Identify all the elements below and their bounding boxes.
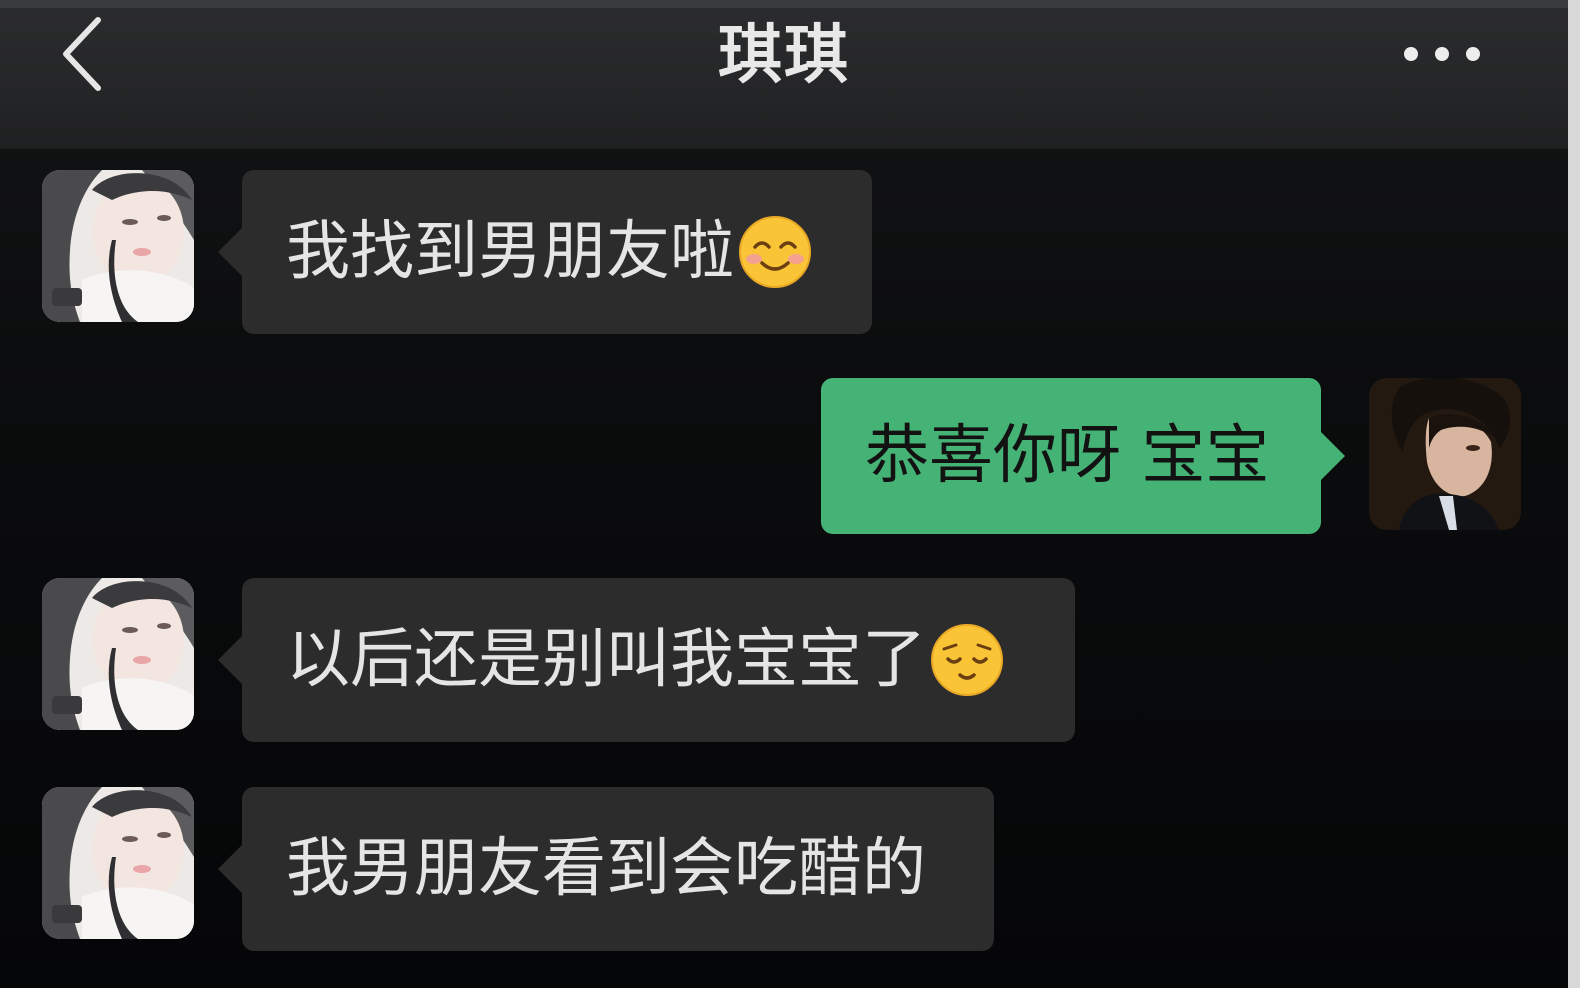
contact-photo <box>42 578 194 730</box>
contact-photo <box>42 170 194 322</box>
blushing-smile-emoji <box>738 215 812 289</box>
chat-screen: 琪琪 我找到男朋友啦 恭喜你呀 宝宝 以后还是别叫我宝宝了 我男朋友看到会吃醋的 <box>0 0 1568 988</box>
more-options-button[interactable] <box>1392 30 1492 78</box>
message-bubble-incoming[interactable]: 我男朋友看到会吃醋的 <box>218 787 994 951</box>
more-dots-icon <box>1404 47 1418 61</box>
contact-avatar[interactable] <box>42 578 194 730</box>
chat-header: 琪琪 <box>0 0 1568 149</box>
message-bubble-outgoing[interactable]: 恭喜你呀 宝宝 <box>821 378 1345 534</box>
message-bubble-incoming[interactable]: 以后还是别叫我宝宝了 <box>218 578 1075 742</box>
chat-title: 琪琪 <box>718 19 850 93</box>
message-text: 我找到男朋友啦 <box>286 215 734 289</box>
contact-avatar[interactable] <box>42 787 194 939</box>
screen-edge <box>1568 0 1580 988</box>
my-photo <box>1369 378 1521 530</box>
contact-avatar[interactable] <box>42 170 194 322</box>
relieved-face-emoji <box>930 623 1004 697</box>
contact-photo <box>42 787 194 939</box>
message-bubble-incoming[interactable]: 我找到男朋友啦 <box>218 170 872 334</box>
message-text: 以后还是别叫我宝宝了 <box>286 623 926 697</box>
my-avatar[interactable] <box>1369 378 1521 530</box>
message-text: 我男朋友看到会吃醋的 <box>286 832 926 906</box>
more-dot <box>1466 47 1480 61</box>
more-dot <box>1435 47 1449 61</box>
status-strip <box>0 0 1568 8</box>
message-text: 恭喜你呀 宝宝 <box>865 419 1270 493</box>
